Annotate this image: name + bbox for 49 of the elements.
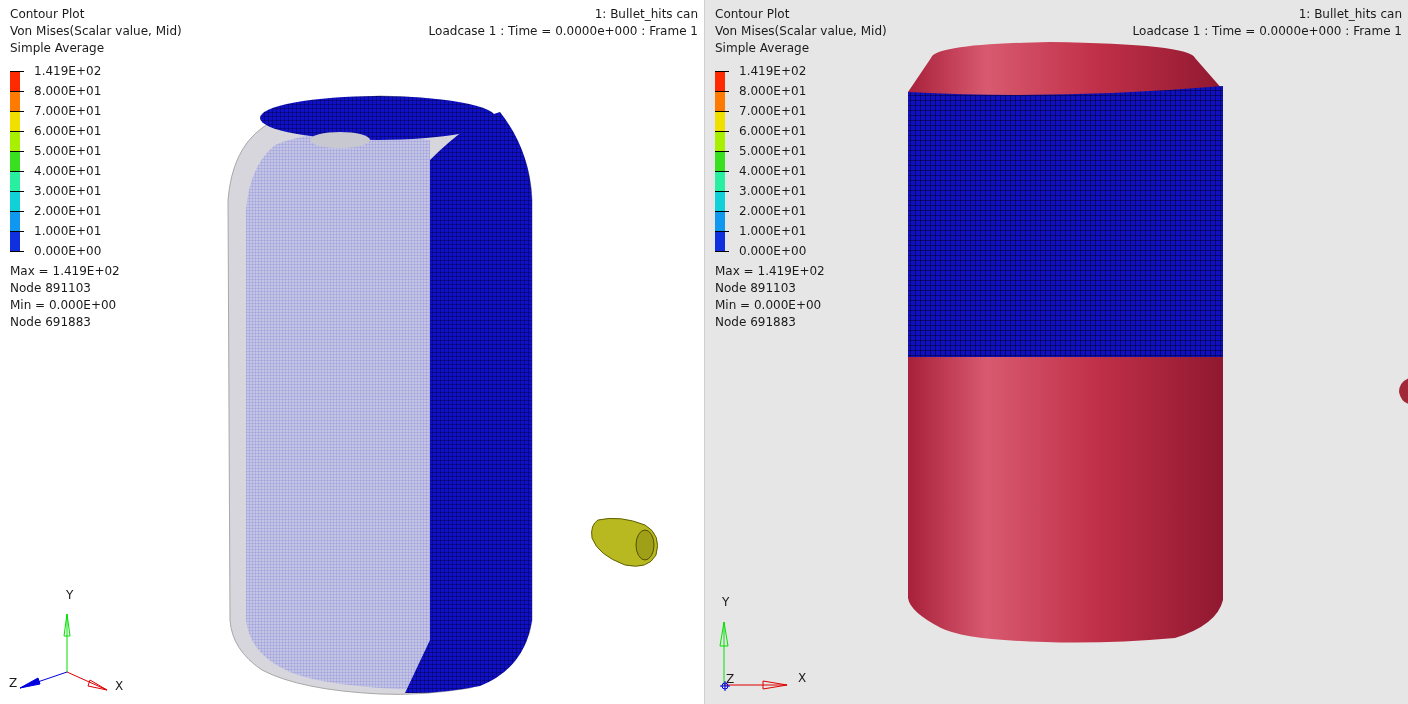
axis-label: Y	[66, 588, 74, 602]
loadcase-info: Loadcase 1 : Time = 0.0000e+000 : Frame 1	[428, 23, 698, 40]
legend-value: 1.419E+02	[34, 63, 102, 80]
result-stat: Min = 0.000E+00	[10, 297, 118, 314]
legend-value: 3.000E+01	[34, 183, 102, 200]
legend-heading: Contour Plot	[715, 6, 791, 23]
legend-value: 7.000E+01	[739, 103, 807, 120]
legend-value: 8.000E+01	[739, 83, 807, 100]
legend-heading: Contour Plot	[10, 6, 86, 23]
legend-heading: Simple Average	[715, 40, 811, 57]
legend-value: 1.000E+01	[34, 223, 102, 240]
legend-value: 1.419E+02	[739, 63, 807, 80]
axis-label: X	[115, 679, 124, 693]
legend-value: 4.000E+01	[739, 163, 807, 180]
legend-value: 8.000E+01	[34, 83, 102, 100]
legend-value: 3.000E+01	[739, 183, 807, 200]
result-stat: Node 691883	[715, 314, 797, 331]
result-stat: Max = 1.419E+02	[715, 263, 826, 280]
legend-value: 0.000E+00	[739, 243, 807, 260]
legend-heading: Von Mises(Scalar value, Mid)	[10, 23, 182, 40]
z-axis-arrow	[19, 671, 68, 689]
legend-value: 2.000E+01	[34, 203, 102, 220]
axis-label: X	[798, 671, 807, 685]
loadcase-info: Loadcase 1 : Time = 0.0000e+000 : Frame 1	[1132, 23, 1402, 40]
result-stat: Node 891103	[715, 280, 797, 297]
result-stat: Min = 0.000E+00	[715, 297, 823, 314]
result-stat: Node 891103	[10, 280, 92, 297]
legend-value: 5.000E+01	[34, 143, 102, 160]
result-stat: Max = 1.419E+02	[10, 263, 121, 280]
axis-label: Z	[726, 672, 735, 686]
bullet-drawing	[591, 517, 659, 567]
partial-object-drawing	[1399, 378, 1408, 404]
legend-heading: Simple Average	[10, 40, 106, 57]
axis-label: Z	[9, 676, 18, 690]
model-title: 1: Bullet_hits can	[1298, 6, 1402, 23]
model-title: 1: Bullet_hits can	[594, 6, 698, 23]
legend-value: 1.000E+01	[739, 223, 807, 240]
axis-label: Y	[722, 595, 730, 609]
legend-value: 5.000E+01	[739, 143, 807, 160]
x-axis-arrow	[66, 671, 108, 691]
legend-value: 7.000E+01	[34, 103, 102, 120]
legend-value: 6.000E+01	[739, 123, 807, 140]
legend-value: 6.000E+01	[34, 123, 102, 140]
legend-value: 2.000E+01	[739, 203, 807, 220]
y-axis-arrow	[63, 613, 71, 673]
result-stat: Node 691883	[10, 314, 92, 331]
legend-value: 4.000E+01	[34, 163, 102, 180]
legend-value: 0.000E+00	[34, 243, 102, 260]
legend-heading: Von Mises(Scalar value, Mid)	[715, 23, 887, 40]
